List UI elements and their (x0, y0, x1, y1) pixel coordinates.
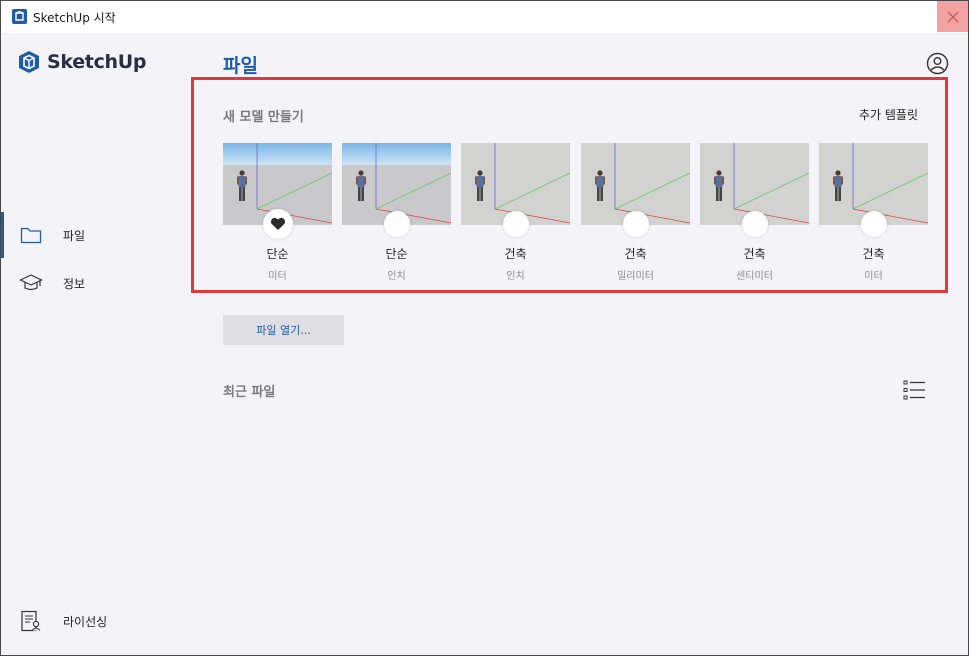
template-name: 건축 (743, 247, 766, 261)
template-unit: 미터 (864, 271, 883, 282)
template-card[interactable]: 단순인치 (342, 143, 451, 283)
sketchup-app-icon (12, 9, 27, 24)
sidebar-item-files[interactable]: 파일 (1, 212, 191, 258)
more-templates-link[interactable]: 추가 템플릿 (859, 106, 918, 123)
title-bar: SketchUp 시작 (1, 1, 968, 33)
template-unit: 센티미터 (736, 271, 773, 282)
template-name: 단순 (385, 247, 408, 261)
user-profile-icon[interactable] (926, 52, 949, 75)
new-model-title: 새 모델 만들기 (223, 110, 304, 125)
graduation-cap-icon (19, 271, 43, 295)
favorite-toggle[interactable] (861, 211, 887, 237)
sidebar: SketchUp 파일 정보 라이선싱 (1, 33, 191, 655)
favorite-heart-icon[interactable] (263, 209, 293, 239)
app-window: SketchUp 시작 SketchUp 파일 정보 라이선싱 파일 새 모델 … (0, 0, 969, 656)
recent-files-title: 최근 파일 (223, 385, 276, 400)
favorite-toggle[interactable] (384, 211, 410, 237)
close-icon (947, 11, 958, 22)
template-name: 단순 (266, 247, 289, 261)
sidebar-item-label: 라이선싱 (63, 614, 108, 629)
license-icon (19, 609, 43, 633)
template-unit: 미터 (268, 271, 287, 282)
sketchup-logo: SketchUp (17, 50, 147, 74)
sketchup-logo-icon (19, 51, 39, 73)
sidebar-item-info[interactable]: 정보 (1, 268, 191, 298)
template-name: 건축 (862, 247, 885, 261)
template-unit: 인치 (387, 271, 406, 282)
folder-icon (19, 223, 43, 247)
open-file-button[interactable]: 파일 열기... (223, 315, 344, 345)
main-panel: 파일 새 모델 만들기 추가 템플릿 단순 미터 단순 인치 건축 인치 건축 밀리미터 건축 센… (191, 33, 968, 655)
favorite-toggle[interactable] (742, 211, 768, 237)
page-title: 파일 (223, 55, 258, 77)
active-indicator (1, 212, 4, 258)
template-name: 건축 (624, 247, 647, 261)
list-view-icon[interactable] (903, 379, 927, 401)
sidebar-item-label: 파일 (63, 228, 86, 243)
logo-text: SketchUp (47, 51, 147, 73)
favorite-toggle[interactable] (623, 211, 649, 237)
template-unit: 밀리미터 (617, 271, 654, 282)
heart-icon (270, 217, 286, 230)
window-title: SketchUp 시작 (33, 11, 116, 25)
sidebar-item-licensing[interactable]: 라이선싱 (1, 606, 191, 636)
favorite-toggle[interactable] (503, 211, 529, 237)
template-card[interactable]: 건축미터 (819, 143, 928, 283)
template-card[interactable]: 건축인치 (461, 143, 570, 283)
close-button[interactable] (937, 1, 968, 32)
template-card[interactable]: 건축센티미터 (700, 143, 809, 283)
template-card[interactable]: 단순미터 (223, 143, 332, 283)
sidebar-item-label: 정보 (63, 276, 86, 291)
template-card[interactable]: 건축밀리미터 (581, 143, 690, 283)
template-name: 건축 (504, 247, 527, 261)
template-unit: 인치 (506, 271, 525, 282)
